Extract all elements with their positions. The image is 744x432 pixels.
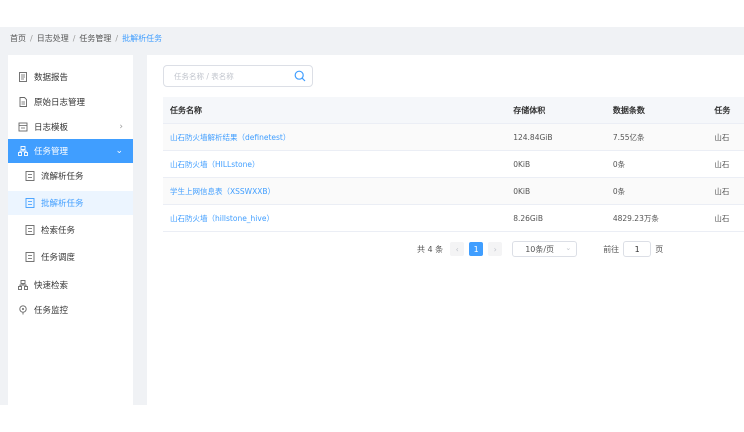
page-size-value: 10条/页 bbox=[525, 244, 555, 254]
monitor-icon bbox=[18, 305, 28, 315]
record-count-cell: 0条 bbox=[612, 186, 626, 196]
next-page-button[interactable]: › bbox=[488, 242, 503, 256]
breadcrumb-log-processing[interactable]: 日志处理 bbox=[37, 34, 69, 43]
sidebar-item-log-template[interactable]: 日志模板 › bbox=[8, 115, 133, 139]
chevron-down-icon: ⌄ bbox=[565, 244, 572, 252]
list-icon bbox=[25, 252, 35, 262]
task-cell: 山石 bbox=[714, 213, 730, 223]
task-name-link[interactable]: 山石防火墙解析结果（definetest） bbox=[163, 132, 513, 143]
sidebar-item-label: 任务监控 bbox=[34, 306, 69, 316]
sidebar-item-quick-search[interactable]: 快速检索 bbox=[8, 273, 133, 297]
sidebar-item-label: 任务管理 bbox=[34, 147, 69, 157]
sidebar-item-task-schedule[interactable]: 任务调度 bbox=[8, 245, 133, 269]
breadcrumb-separator: / bbox=[30, 34, 33, 43]
report-icon bbox=[18, 72, 28, 82]
task-table: 任务名称 存储体积 数据条数 任务 山石防火墙解析结果（definetest） … bbox=[163, 97, 744, 232]
page-number-button[interactable]: 1 bbox=[469, 242, 484, 256]
table-row: 山石防火墙（HILLstone） 0KiB 0条 山石 bbox=[163, 151, 744, 178]
chevron-down-icon: ⌄ bbox=[115, 146, 123, 156]
task-cell: 山石 bbox=[714, 186, 730, 196]
document-icon bbox=[18, 97, 28, 107]
column-header-task: 任务 bbox=[714, 105, 731, 115]
list-icon bbox=[25, 198, 35, 208]
table-row: 山石防火墙解析结果（definetest） 124.84GiB 7.55亿条 山… bbox=[163, 124, 744, 151]
search-box bbox=[163, 65, 313, 87]
sidebar-item-batch-task[interactable]: 批解析任务 bbox=[8, 191, 133, 215]
table-body: 山石防火墙解析结果（definetest） 124.84GiB 7.55亿条 山… bbox=[163, 124, 744, 232]
column-header-task-name: 任务名称 bbox=[170, 105, 202, 115]
goto-page-input[interactable]: 1 bbox=[623, 241, 652, 257]
breadcrumb-home[interactable]: 首页 bbox=[10, 34, 26, 43]
main-panel: 任务名称 存储体积 数据条数 任务 山石防火墙解析结果（definetest） … bbox=[147, 55, 744, 405]
list-icon bbox=[25, 171, 35, 181]
sidebar-item-label: 批解析任务 bbox=[41, 199, 84, 209]
task-name-link[interactable]: 山石防火墙（HILLstone） bbox=[163, 159, 513, 170]
task-cell: 山石 bbox=[714, 159, 730, 169]
page-size-select[interactable]: 10条/页 ⌄ bbox=[512, 241, 578, 257]
search-input[interactable] bbox=[174, 66, 294, 86]
sidebar-item-stream-task[interactable]: 流解析任务 bbox=[8, 164, 133, 188]
template-icon bbox=[18, 122, 28, 132]
column-header-record-count: 数据条数 bbox=[612, 105, 645, 115]
sidebar-item-label: 数据报告 bbox=[34, 73, 69, 83]
sidebar: 数据报告 原始日志管理 日志模板 › 任务管理 ⌄ 流解析任务 批解析任务 检索… bbox=[8, 55, 133, 405]
top-bar bbox=[0, 0, 744, 27]
breadcrumb-task-management[interactable]: 任务管理 bbox=[79, 34, 111, 43]
sidebar-item-label: 任务调度 bbox=[41, 253, 76, 263]
breadcrumb: 首页 / 日志处理 / 任务管理 / 批解析任务 bbox=[10, 33, 162, 44]
sidebar-item-search-task[interactable]: 检索任务 bbox=[8, 218, 133, 242]
prev-page-button[interactable]: ‹ bbox=[450, 242, 465, 256]
goto-label: 前往 bbox=[603, 244, 620, 254]
task-cell: 山石 bbox=[714, 132, 730, 142]
task-name-link[interactable]: 学生上网信息表（XSSWXXB） bbox=[163, 186, 513, 197]
page-unit-label: 页 bbox=[655, 244, 664, 254]
record-count-cell: 7.55亿条 bbox=[612, 132, 645, 142]
pagination: 共 4 条 ‹ 1 › 10条/页 ⌄ 前往 1 页 bbox=[417, 241, 663, 257]
sidebar-item-data-report[interactable]: 数据报告 bbox=[8, 65, 133, 89]
table-header: 任务名称 存储体积 数据条数 任务 bbox=[163, 97, 744, 124]
column-header-storage-size: 存储体积 bbox=[513, 105, 546, 115]
storage-size-cell: 0KiB bbox=[513, 159, 531, 169]
sidebar-item-task-management[interactable]: 任务管理 ⌄ bbox=[8, 139, 133, 163]
storage-size-cell: 124.84GiB bbox=[513, 132, 553, 142]
sidebar-item-label: 日志模板 bbox=[34, 123, 69, 133]
list-icon bbox=[25, 225, 35, 235]
sidebar-item-label: 检索任务 bbox=[41, 226, 76, 236]
breadcrumb-separator: / bbox=[72, 34, 76, 43]
record-count-cell: 4829.23万条 bbox=[612, 213, 659, 223]
search-task-icon bbox=[18, 280, 28, 290]
task-icon bbox=[18, 146, 28, 156]
table-row: 学生上网信息表（XSSWXXB） 0KiB 0条 山石 bbox=[163, 178, 744, 205]
sidebar-item-label: 原始日志管理 bbox=[34, 98, 86, 108]
sidebar-item-task-monitor[interactable]: 任务监控 bbox=[8, 298, 133, 322]
sidebar-item-raw-log[interactable]: 原始日志管理 bbox=[8, 90, 133, 114]
chevron-right-icon: › bbox=[119, 122, 123, 132]
pagination-total: 共 4 条 bbox=[417, 244, 444, 254]
storage-size-cell: 0KiB bbox=[513, 186, 531, 196]
breadcrumb-separator: / bbox=[115, 34, 119, 43]
sidebar-item-label: 流解析任务 bbox=[41, 172, 84, 182]
breadcrumb-current: 批解析任务 bbox=[122, 34, 163, 43]
search-icon[interactable] bbox=[294, 70, 306, 82]
sidebar-item-label: 快速检索 bbox=[34, 281, 69, 291]
table-row: 山石防火墙（hillstone_hive） 8.26GiB 4829.23万条 … bbox=[163, 205, 744, 232]
task-name-link[interactable]: 山石防火墙（hillstone_hive） bbox=[163, 213, 513, 224]
record-count-cell: 0条 bbox=[612, 159, 626, 169]
storage-size-cell: 8.26GiB bbox=[513, 213, 543, 223]
